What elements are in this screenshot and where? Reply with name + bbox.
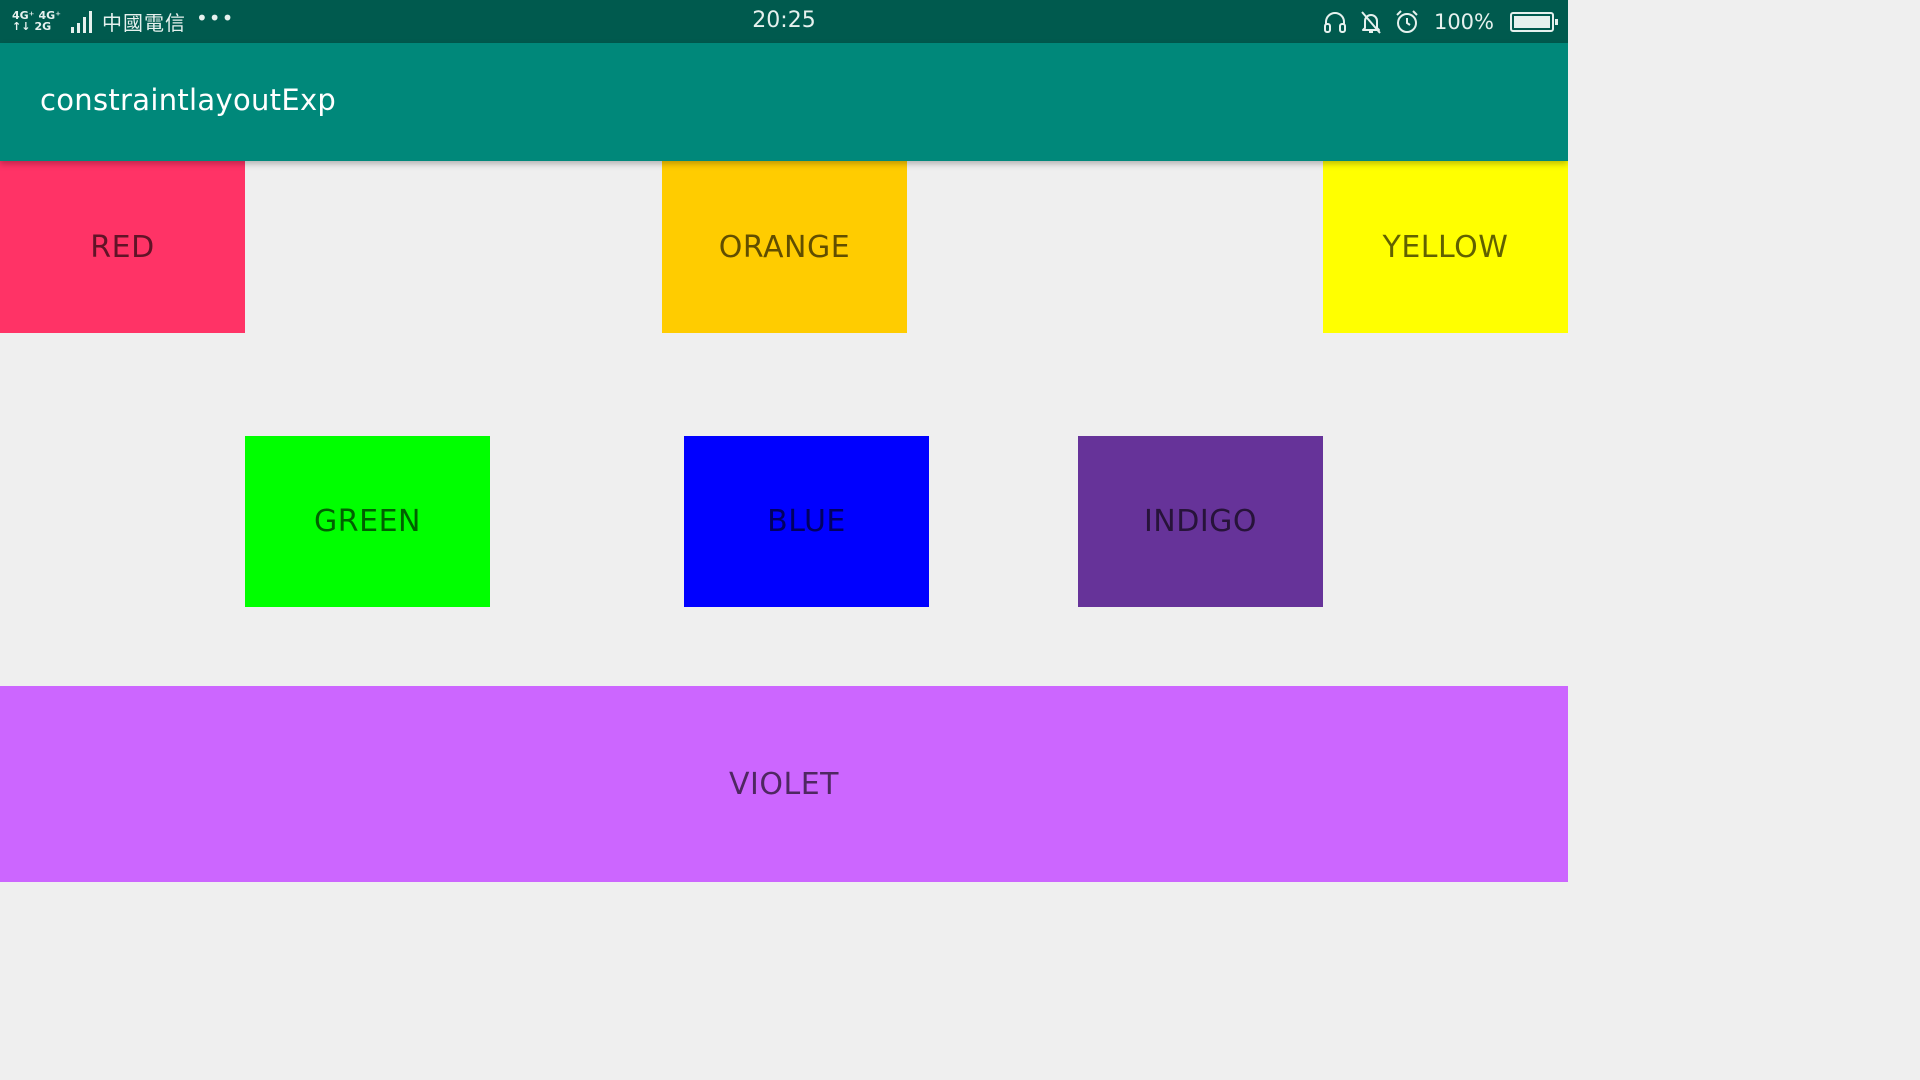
more-notifications-icon: ••• — [196, 6, 235, 30]
red-box[interactable]: RED — [0, 161, 245, 333]
status-right-group: 100% — [1322, 7, 1558, 37]
battery-icon — [1510, 12, 1558, 32]
network-type-3: 2G — [34, 20, 52, 33]
yellow-box-label: YELLOW — [1382, 229, 1509, 265]
violet-box-label: VIOLET — [729, 766, 839, 802]
red-box-label: RED — [90, 229, 155, 265]
data-activity-icon: ↑↓ — [12, 20, 31, 33]
orange-box[interactable]: ORANGE — [662, 161, 907, 333]
carrier-name: 中國電信 — [102, 10, 186, 35]
app-bar: constraintlayoutExp — [0, 43, 1568, 161]
green-box[interactable]: GREEN — [245, 436, 490, 607]
app-title: constraintlayoutExp — [40, 83, 337, 117]
bell-off-icon — [1361, 11, 1381, 34]
blue-box[interactable]: BLUE — [684, 436, 929, 607]
green-box-label: GREEN — [314, 504, 421, 539]
blue-box-label: BLUE — [767, 504, 846, 539]
status-bar: 4G⁺ 4G⁺ ↑↓ 2G 中國電信 ••• 20:25 100% — [0, 0, 1568, 43]
status-left-group: 4G⁺ 4G⁺ ↑↓ 2G 中國電信 ••• — [12, 6, 234, 36]
yellow-box[interactable]: YELLOW — [1323, 161, 1568, 333]
network-indicator: 4G⁺ 4G⁺ ↑↓ 2G — [12, 10, 61, 32]
battery-percentage: 100% — [1433, 10, 1494, 34]
orange-box-label: ORANGE — [718, 229, 851, 265]
indigo-box-label: INDIGO — [1143, 504, 1258, 539]
violet-box[interactable]: VIOLET — [0, 686, 1568, 882]
battery-level-fill — [1514, 16, 1550, 28]
signal-strength-icon — [71, 9, 92, 33]
alarm-clock-icon — [1396, 10, 1418, 33]
headphones-icon — [1323, 12, 1346, 33]
app-screen: 4G⁺ 4G⁺ ↑↓ 2G 中國電信 ••• 20:25 100% constr… — [0, 0, 1568, 882]
indigo-box[interactable]: INDIGO — [1078, 436, 1323, 607]
